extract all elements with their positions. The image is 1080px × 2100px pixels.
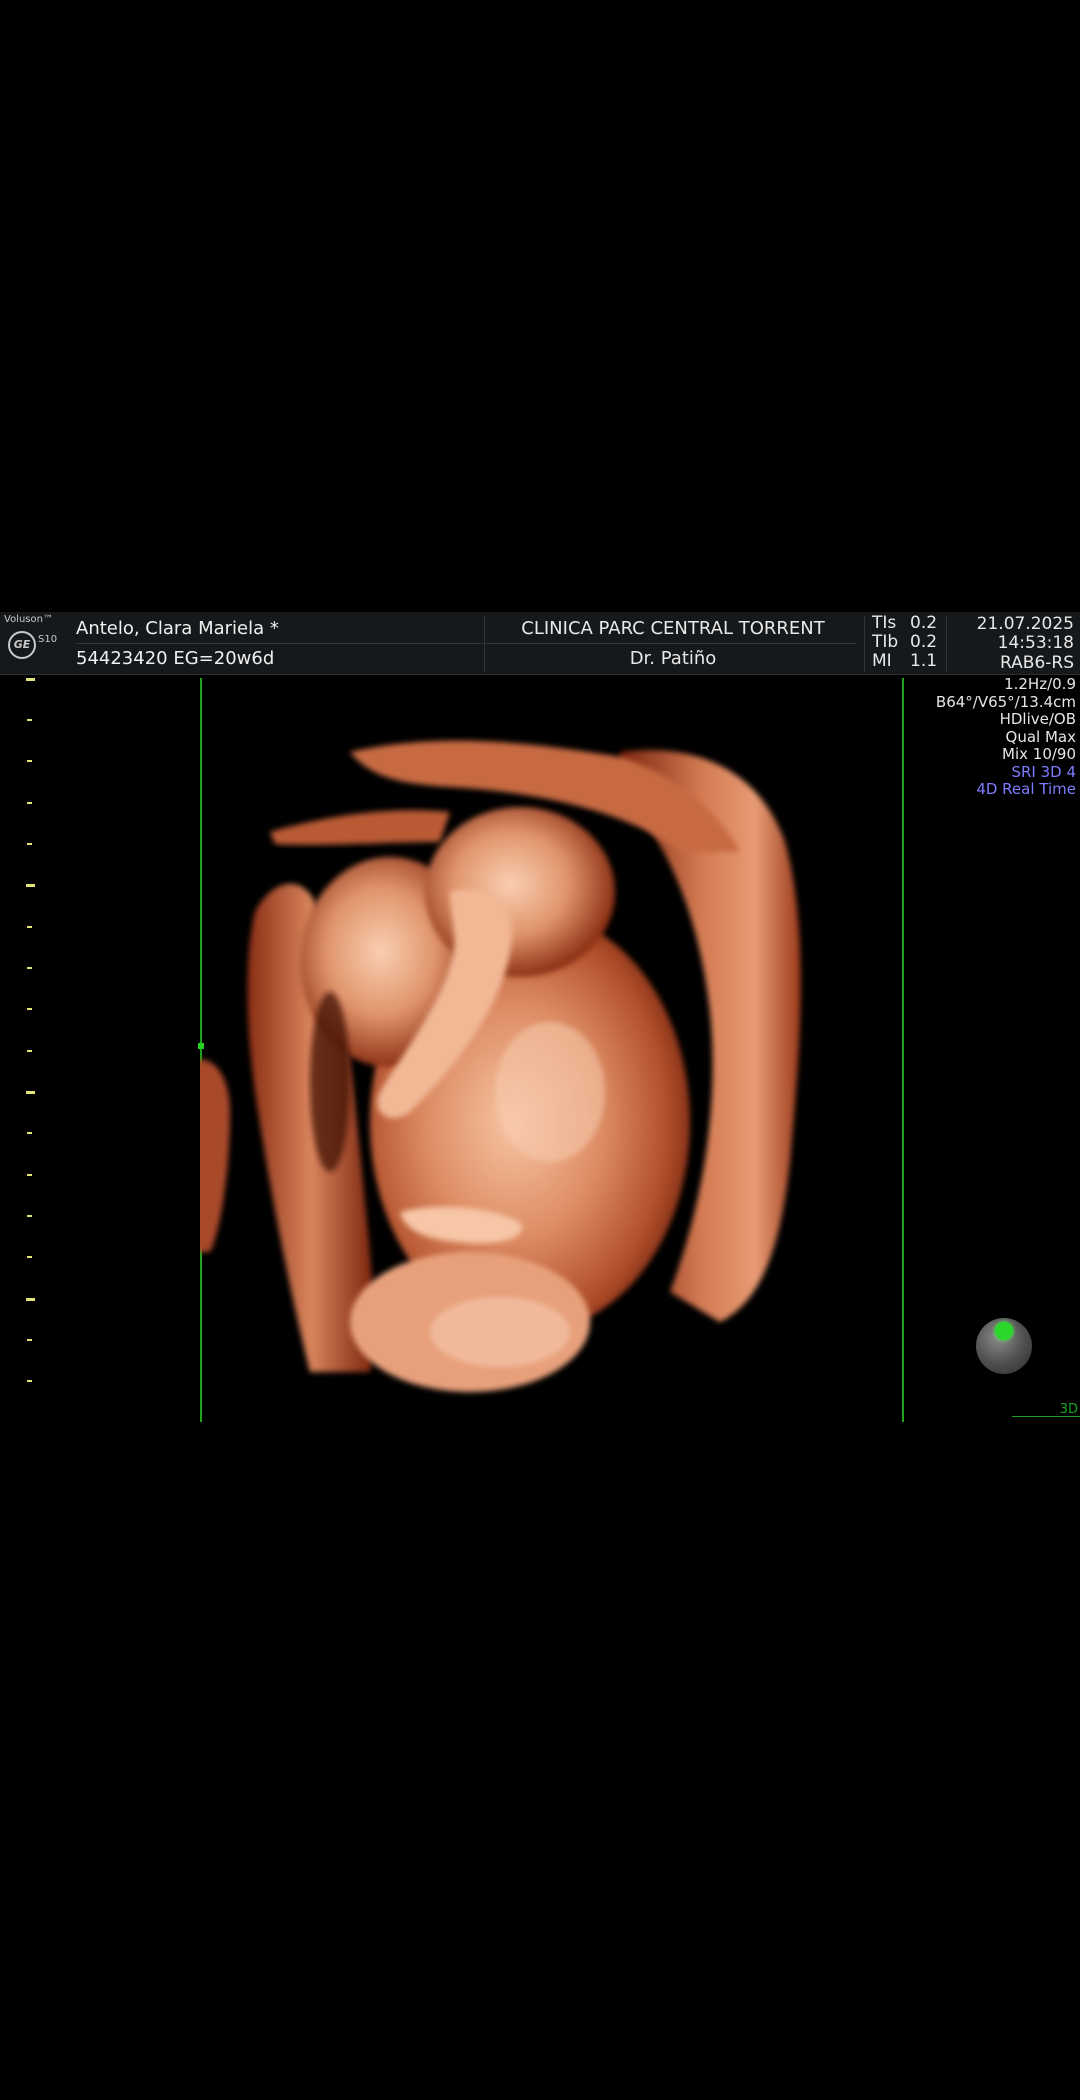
param-row: TIb 0.2 xyxy=(872,633,944,652)
scale-tick xyxy=(27,760,32,762)
header-divider xyxy=(76,643,856,644)
param-row: MI 1.1 xyxy=(872,652,944,671)
param-key: TIb xyxy=(872,632,899,652)
info-line: 1.2Hz/0.9 xyxy=(1004,675,1076,693)
probe-name: RAB6-RS xyxy=(1000,653,1074,673)
scale-tick xyxy=(27,926,32,928)
exam-date: 21.07.2025 xyxy=(976,614,1074,634)
scale-tick xyxy=(27,719,32,721)
scale-tick xyxy=(27,1174,32,1176)
scale-tick xyxy=(27,1380,32,1382)
patient-id: 54423420 EG=20w6d xyxy=(76,648,275,669)
scale-tick xyxy=(26,678,35,681)
volume-render xyxy=(200,740,801,1392)
highlight xyxy=(430,1297,570,1367)
param-value: 0.2 xyxy=(910,632,938,652)
ge-mark: GE xyxy=(8,631,36,659)
scale-tick xyxy=(26,1298,35,1301)
mode-line: 4D Real Time xyxy=(976,780,1076,798)
doctor-name: Dr. Patiño xyxy=(629,648,717,669)
scale-tick xyxy=(27,1008,32,1010)
clinic-name: CLINICA PARC CENTRAL TORRENT xyxy=(521,618,825,639)
orientation-dot xyxy=(995,1322,1013,1340)
param-key: MI xyxy=(872,651,892,671)
param-value: 0.2 xyxy=(910,613,938,633)
ultrasound-screen: Voluson™ GE S10 Antelo, Clara Mariela * … xyxy=(0,612,1080,1424)
model-label: S10 xyxy=(38,634,58,645)
param-row: TIs 0.2 xyxy=(872,614,944,633)
left-wall xyxy=(200,1059,230,1252)
highlight xyxy=(495,1022,605,1162)
ge-logo-icon: Voluson™ GE S10 xyxy=(4,614,64,674)
info-line: HDlive/OB xyxy=(999,710,1076,728)
scale-tick xyxy=(27,1215,32,1217)
scale-tick xyxy=(26,884,35,887)
roi-right-line[interactable] xyxy=(902,678,904,1422)
mode-line: SRI 3D 4 xyxy=(1011,762,1076,781)
info-line: Mix 10/90 xyxy=(1002,745,1076,763)
acquisition-info: 1.2Hz/0.9 B64°/V65°/13.4cm HDlive/OB Qua… xyxy=(935,675,1076,799)
safety-params: TIs 0.2 TIb 0.2 MI 1.1 xyxy=(872,614,944,671)
scale-tick xyxy=(27,1339,32,1341)
scale-tick xyxy=(27,967,32,969)
membrane xyxy=(270,810,450,845)
info-line: Qual Max xyxy=(1005,727,1076,746)
exam-time: 14:53:18 xyxy=(997,633,1074,653)
shadow xyxy=(310,992,350,1172)
scale-tick xyxy=(27,843,32,845)
header-separator xyxy=(864,616,865,672)
scale-tick xyxy=(27,1132,32,1134)
scale-tick xyxy=(27,802,32,804)
header-bar: Voluson™ GE S10 Antelo, Clara Mariela * … xyxy=(0,612,1080,675)
scale-tick xyxy=(27,1256,32,1258)
orientation-sphere-icon[interactable] xyxy=(976,1318,1032,1374)
brand-label: Voluson™ xyxy=(4,614,53,625)
header-separator xyxy=(484,616,485,672)
info-line: B64°/V65°/13.4cm xyxy=(935,692,1076,711)
patient-name: Antelo, Clara Mariela * xyxy=(76,618,279,639)
header-separator xyxy=(946,616,947,672)
param-key: TIs xyxy=(872,613,897,633)
param-value: 1.1 xyxy=(910,651,938,671)
scale-tick xyxy=(26,1091,35,1094)
scale-tick xyxy=(27,1050,32,1052)
render-mode-label: 3D xyxy=(1059,1402,1078,1417)
depth-scale xyxy=(0,674,40,1424)
